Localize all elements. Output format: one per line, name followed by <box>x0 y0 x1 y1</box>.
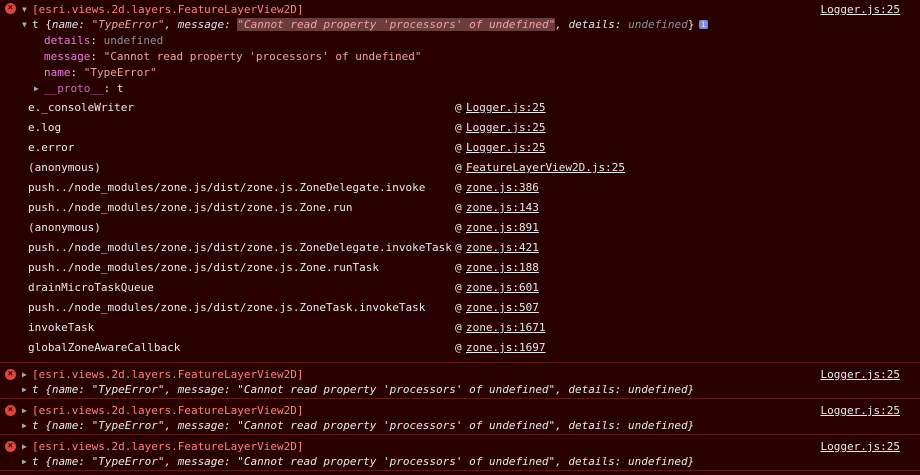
stack-frame-at: @ <box>455 141 462 154</box>
stack-frame-link[interactable]: Logger.js:25 <box>466 120 545 135</box>
stack-frame-link[interactable]: Logger.js:25 <box>466 140 545 155</box>
collapse-triangle-icon[interactable]: ▶ <box>22 403 27 418</box>
summary-details-key: details <box>568 18 615 31</box>
stack-frame-at: @ <box>455 341 462 354</box>
stack-frame-at: @ <box>455 181 462 194</box>
property-message: message: "Cannot read property 'processo… <box>44 50 422 63</box>
expand-triangle-icon[interactable]: ▼ <box>22 2 27 17</box>
stack-frame-fn: e.error <box>28 141 75 154</box>
message-tag: [esri.views.2d.layers.FeatureLayerView2D… <box>32 440 304 453</box>
source-link[interactable]: Logger.js:25 <box>821 2 900 17</box>
summary-prefix: t { <box>32 18 52 31</box>
stack-frame-link[interactable]: Logger.js:25 <box>466 100 545 115</box>
source-link[interactable]: Logger.js:25 <box>821 439 900 454</box>
message-tag: [esri.views.2d.layers.FeatureLayerView2D… <box>32 3 304 16</box>
summary-name-key: name <box>51 18 79 31</box>
stack-frame-link[interactable]: FeatureLayerView2D.js:25 <box>466 160 625 175</box>
message-divider <box>0 362 920 363</box>
message-divider <box>0 470 920 471</box>
stack-frame-at: @ <box>455 221 462 234</box>
summary-message-key: message <box>177 18 225 31</box>
info-badge-icon[interactable]: i <box>699 20 708 29</box>
error-circle-icon: × <box>5 369 16 380</box>
stack-frame-fn: invokeTask <box>28 321 95 334</box>
error-circle-icon: × <box>5 405 16 416</box>
object-collapse-triangle-icon[interactable]: ▶ <box>22 418 27 433</box>
stack-frame-at: @ <box>455 121 462 134</box>
stack-frame-fn: e.log <box>28 121 62 134</box>
collapse-triangle-icon[interactable]: ▶ <box>22 439 27 454</box>
message-divider <box>0 398 920 399</box>
summary-details-value: undefined <box>628 18 688 31</box>
stack-frame-at: @ <box>455 241 462 254</box>
stack-frame-link[interactable]: zone.js:421 <box>466 240 539 255</box>
object-expand-triangle-icon[interactable]: ▼ <box>22 17 27 32</box>
stack-frame-fn: globalZoneAwareCallback <box>28 341 181 354</box>
property-name: name: "TypeError" <box>44 66 157 79</box>
error-circle-icon: × <box>5 441 16 452</box>
stack-frame-fn: (anonymous) <box>28 161 101 174</box>
object-summary[interactable]: t {name: "TypeError", message: "Cannot r… <box>32 17 694 32</box>
stack-frame-at: @ <box>455 301 462 314</box>
message-tag: [esri.views.2d.layers.FeatureLayerView2D… <box>32 404 304 417</box>
stack-frame-link[interactable]: zone.js:1697 <box>466 340 545 355</box>
stack-frame-fn: push../node_modules/zone.js/dist/zone.js… <box>28 241 452 254</box>
stack-frame-at: @ <box>455 101 462 114</box>
stack-frame-link[interactable]: zone.js:386 <box>466 180 539 195</box>
error-circle-icon: × <box>5 3 16 14</box>
stack-frame-link[interactable]: zone.js:891 <box>466 220 539 235</box>
stack-frame-link[interactable]: zone.js:188 <box>466 260 539 275</box>
stack-frame-at: @ <box>455 281 462 294</box>
stack-frame-at: @ <box>455 201 462 214</box>
property-proto[interactable]: __proto__: t <box>44 81 123 96</box>
stack-frame-link[interactable]: zone.js:507 <box>466 300 539 315</box>
stack-frame-fn: push../node_modules/zone.js/dist/zone.js… <box>28 301 426 314</box>
stack-frame-fn: e._consoleWriter <box>28 101 134 114</box>
object-summary[interactable]: t {name: "TypeError", message: "Cannot r… <box>32 454 694 469</box>
stack-frame-link[interactable]: zone.js:143 <box>466 200 539 215</box>
stack-frame-at: @ <box>455 161 462 174</box>
stack-frame-fn: drainMicroTaskQueue <box>28 281 154 294</box>
stack-frame-link[interactable]: zone.js:601 <box>466 280 539 295</box>
stack-frame-fn: (anonymous) <box>28 221 101 234</box>
collapse-triangle-icon[interactable]: ▶ <box>22 367 27 382</box>
stack-frame-at: @ <box>455 321 462 334</box>
summary-message-value: "Cannot read property 'processors' of un… <box>237 18 556 31</box>
stack-frame-link[interactable]: zone.js:1671 <box>466 320 545 335</box>
property-details: details: undefined <box>44 34 164 47</box>
summary-name-value: "TypeError" <box>91 18 165 31</box>
message-divider <box>0 434 920 435</box>
source-link[interactable]: Logger.js:25 <box>821 367 900 382</box>
summary-suffix: } <box>687 18 695 31</box>
object-collapse-triangle-icon[interactable]: ▶ <box>22 454 27 469</box>
message-tag: [esri.views.2d.layers.FeatureLayerView2D… <box>32 368 304 381</box>
object-summary[interactable]: t {name: "TypeError", message: "Cannot r… <box>32 418 694 433</box>
object-collapse-triangle-icon[interactable]: ▶ <box>22 382 27 397</box>
stack-frame-fn: push../node_modules/zone.js/dist/zone.js… <box>28 201 353 214</box>
stack-frame-fn: push../node_modules/zone.js/dist/zone.js… <box>28 181 426 194</box>
proto-expand-triangle-icon[interactable]: ▶ <box>34 81 39 96</box>
source-link[interactable]: Logger.js:25 <box>821 403 900 418</box>
stack-frame-fn: push../node_modules/zone.js/dist/zone.js… <box>28 261 379 274</box>
stack-frame-at: @ <box>455 261 462 274</box>
object-summary[interactable]: t {name: "TypeError", message: "Cannot r… <box>32 382 694 397</box>
